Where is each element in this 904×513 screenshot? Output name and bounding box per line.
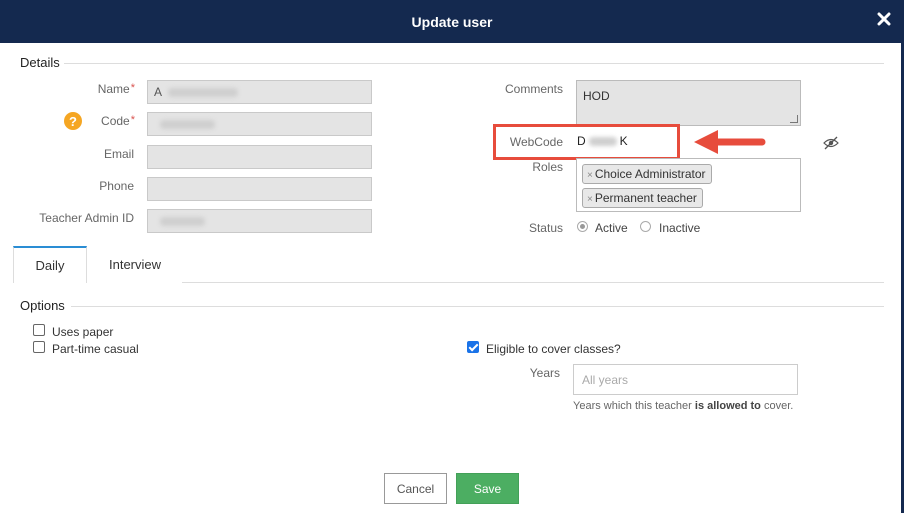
comments-value: HOD [583, 89, 610, 103]
code-field[interactable] [147, 112, 372, 136]
phone-label: Phone [99, 179, 134, 193]
name-field[interactable]: A [147, 80, 372, 104]
remove-icon[interactable]: × [587, 170, 593, 181]
redacted-text [160, 120, 215, 130]
email-label: Email [103, 147, 134, 161]
roles-label: Roles [532, 160, 563, 174]
save-button[interactable]: Save [456, 473, 519, 504]
status-inactive-label: Inactive [659, 221, 701, 235]
part-time-casual-label: Part-time casual [52, 342, 139, 356]
years-placeholder: All years [582, 373, 629, 387]
options-section-title: Options [20, 298, 65, 313]
part-time-casual-checkbox[interactable] [33, 341, 45, 353]
years-input[interactable]: All years [573, 364, 798, 395]
tab-daily[interactable]: Daily [13, 246, 87, 283]
role-tag: × Choice Administrator [582, 164, 712, 184]
redacted-text [167, 88, 238, 98]
close-icon[interactable] [877, 12, 891, 26]
uses-paper-checkbox[interactable] [33, 324, 45, 336]
options-divider [71, 306, 884, 307]
cancel-button[interactable]: Cancel [384, 473, 447, 504]
webcode-value: DK [577, 134, 628, 148]
tab-interview[interactable]: Interview [88, 246, 182, 283]
comments-textarea[interactable]: HOD [576, 80, 801, 126]
hide-eye-icon[interactable] [823, 136, 839, 150]
role-tag: × Permanent teacher [582, 188, 703, 208]
teacher-admin-id-field[interactable] [147, 209, 372, 233]
roles-select[interactable]: × Choice Administrator × Permanent teacher [576, 158, 801, 212]
redacted-text [160, 217, 205, 227]
eligible-cover-label: Eligible to cover classes? [486, 342, 621, 356]
annotation-arrow-icon [694, 130, 766, 154]
teacher-admin-id-label: Teacher Admin ID [39, 211, 134, 225]
years-label: Years [529, 366, 560, 380]
details-section-title: Details [20, 55, 60, 70]
resize-grip-icon[interactable] [790, 115, 798, 123]
status-inactive-radio[interactable] [640, 221, 651, 232]
name-label: Name* [97, 82, 135, 96]
name-value: A [154, 85, 162, 99]
years-hint: Years which this teacher is allowed to c… [573, 400, 794, 412]
phone-field[interactable] [147, 177, 372, 201]
email-field[interactable] [147, 145, 372, 169]
status-active-label: Active [595, 221, 628, 235]
comments-label: Comments [504, 82, 563, 96]
details-divider [64, 63, 884, 64]
eligible-cover-checkbox[interactable] [467, 341, 479, 353]
status-active-radio[interactable] [577, 221, 588, 232]
webcode-label: WebCode [509, 135, 563, 149]
tabs-baseline [182, 282, 884, 283]
dialog-title: Update user [411, 13, 493, 30]
code-label: Code* [101, 114, 135, 128]
dialog-header: Update user [0, 0, 904, 43]
status-label: Status [528, 221, 563, 235]
redacted-text [588, 137, 617, 147]
uses-paper-label: Uses paper [52, 325, 114, 339]
remove-icon[interactable]: × [587, 194, 593, 205]
